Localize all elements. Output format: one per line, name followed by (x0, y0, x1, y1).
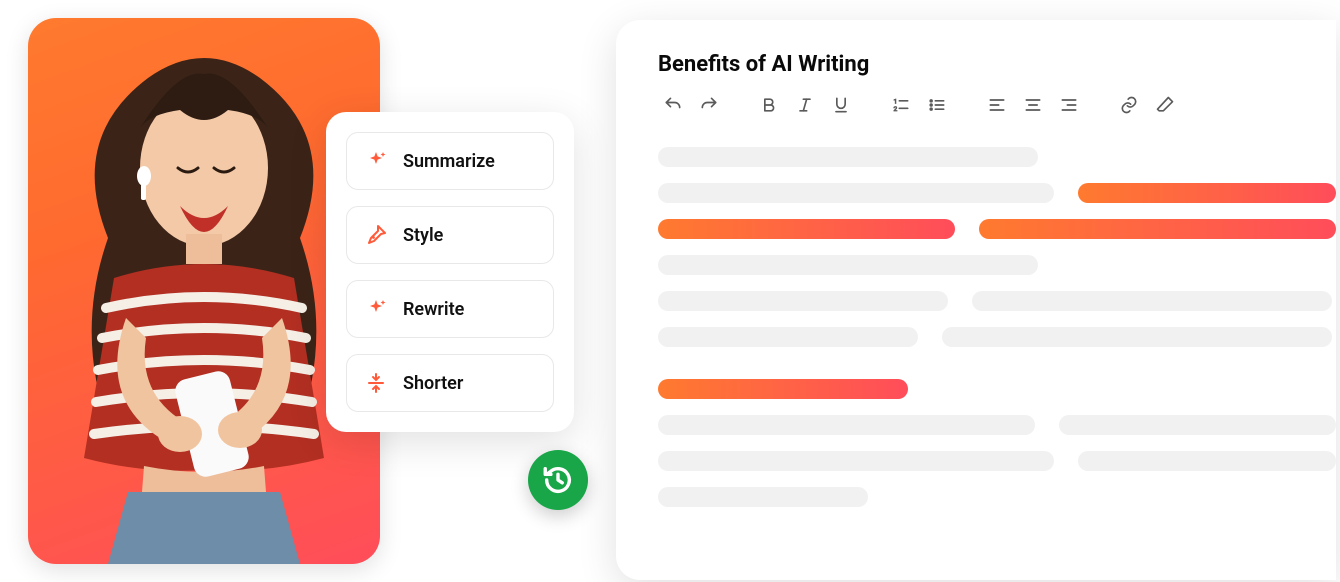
text-placeholder (658, 291, 948, 311)
ordered-list-button[interactable]: 12 (886, 91, 916, 119)
ordered-list-icon: 12 (891, 95, 911, 115)
text-placeholder (1078, 451, 1336, 471)
undo-button[interactable] (658, 91, 688, 119)
ai-action-style[interactable]: Style (346, 206, 554, 264)
highlighted-text (658, 379, 908, 399)
ai-action-rewrite[interactable]: Rewrite (346, 280, 554, 338)
svg-text:2: 2 (894, 105, 898, 113)
text-placeholder (658, 327, 918, 347)
text-placeholder (658, 255, 1038, 275)
collapse-icon (363, 370, 389, 396)
redo-icon (699, 95, 719, 115)
align-left-icon (987, 95, 1007, 115)
sparkle-icon (363, 296, 389, 322)
pen-nib-icon (363, 222, 389, 248)
align-right-icon (1059, 95, 1079, 115)
redo-button[interactable] (694, 91, 724, 119)
highlighted-text (979, 219, 1336, 239)
ai-action-label: Style (403, 225, 443, 246)
undo-icon (663, 95, 683, 115)
ai-action-shorter[interactable]: Shorter (346, 354, 554, 412)
text-placeholder (942, 327, 1332, 347)
text-placeholder (658, 183, 1054, 203)
text-placeholder (658, 451, 1054, 471)
link-icon (1119, 95, 1139, 115)
align-left-button[interactable] (982, 91, 1012, 119)
editor-toolbar: 12 (658, 91, 1336, 119)
sparkle-icon (363, 148, 389, 174)
ai-action-label: Rewrite (403, 299, 464, 320)
italic-icon (795, 95, 815, 115)
ai-action-label: Shorter (403, 373, 463, 394)
highlighted-text (1078, 183, 1336, 203)
bold-icon (759, 95, 779, 115)
erase-icon (1155, 95, 1175, 115)
link-button[interactable] (1114, 91, 1144, 119)
underline-icon (831, 95, 851, 115)
history-badge[interactable] (528, 450, 588, 510)
unordered-list-icon (927, 95, 947, 115)
ai-action-summarize[interactable]: Summarize (346, 132, 554, 190)
align-center-button[interactable] (1018, 91, 1048, 119)
italic-button[interactable] (790, 91, 820, 119)
history-icon (541, 463, 575, 497)
text-placeholder (658, 487, 868, 507)
text-placeholder (658, 415, 1035, 435)
align-right-button[interactable] (1054, 91, 1084, 119)
editor-document[interactable] (658, 147, 1336, 507)
unordered-list-button[interactable] (922, 91, 952, 119)
ai-actions-panel: Summarize Style Rewrite Shorter (326, 112, 574, 432)
ai-action-label: Summarize (403, 151, 495, 172)
text-placeholder (1059, 415, 1336, 435)
text-placeholder (972, 291, 1332, 311)
editor-title: Benefits of AI Writing (658, 52, 1336, 77)
highlighted-text (658, 219, 955, 239)
erase-button[interactable] (1150, 91, 1180, 119)
bold-button[interactable] (754, 91, 784, 119)
text-placeholder (658, 147, 1038, 167)
align-center-icon (1023, 95, 1043, 115)
editor-card: Benefits of AI Writing 12 (616, 20, 1336, 580)
underline-button[interactable] (826, 91, 856, 119)
